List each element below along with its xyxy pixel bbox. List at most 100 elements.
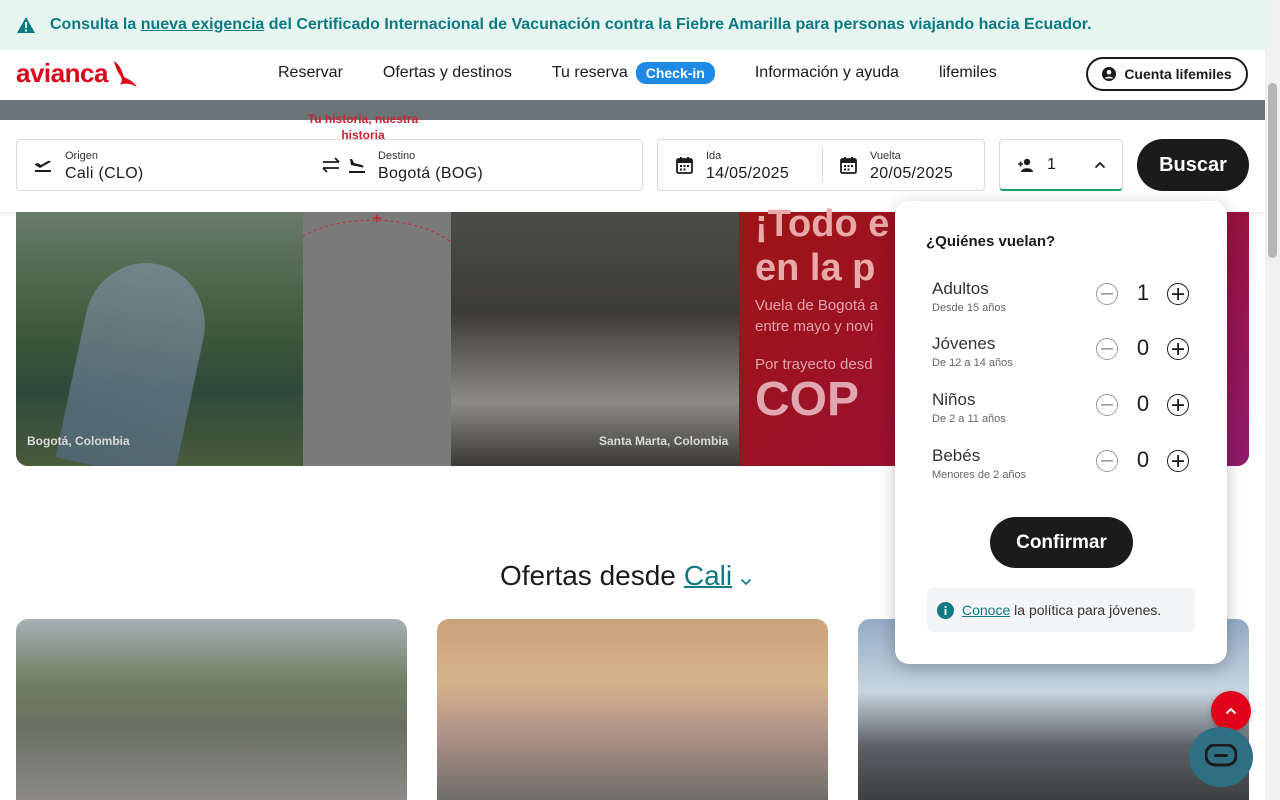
promo-price: COP (755, 373, 860, 426)
policy-link[interactable]: Conoce (962, 602, 1010, 618)
scroll-to-top-button[interactable] (1211, 691, 1251, 731)
checkin-badge[interactable]: Check-in (635, 62, 715, 84)
nav-lifemiles[interactable]: lifemiles (939, 64, 997, 82)
alert-text: Consulta la nueva exigencia del Certific… (50, 16, 1092, 34)
plus-icon (1172, 343, 1184, 355)
minus-icon (1101, 460, 1113, 462)
adults-label: Adultos (932, 279, 989, 298)
children-row: Niños De 2 a 11 años 0 (932, 390, 1202, 430)
promo-title-line-1: ¡Todo e (755, 203, 890, 245)
origin-label: Origen (65, 150, 99, 162)
youth-plus-button[interactable] (1167, 338, 1189, 360)
youth-row: Jóvenes De 12 a 14 años 0 (932, 334, 1202, 374)
add-person-icon (1018, 158, 1033, 172)
account-button-label: Cuenta lifemiles (1124, 66, 1232, 82)
search-button[interactable]: Buscar (1137, 139, 1249, 191)
scrollbar-thumb[interactable] (1268, 83, 1277, 258)
confirm-button[interactable]: Confirmar (990, 517, 1133, 568)
depart-date-field[interactable]: Ida 14/05/2025 (706, 140, 816, 190)
origin-field[interactable]: Origen Cali (CLO) (65, 140, 295, 190)
nav-informacion[interactable]: Información y ayuda (755, 64, 899, 82)
nav-reservar[interactable]: Reservar (278, 64, 343, 82)
promo-from-label: Por trayecto desd (755, 356, 873, 373)
bird-logo-icon (113, 60, 137, 87)
adults-count: 1 (1136, 280, 1150, 305)
promo-subtitle-line-1: Vuela de Bogotá a (755, 297, 878, 314)
site-header: avianca Reservar Ofertas y destinos Tu r… (0, 50, 1265, 100)
offer-card-bogota[interactable] (16, 619, 407, 800)
adults-plus-button[interactable] (1167, 283, 1189, 305)
hero-tagline: Tu historia, nuestra historia (307, 112, 419, 142)
infants-row: Bebés Menores de 2 años 0 (932, 446, 1202, 486)
depart-label: Ida (706, 150, 722, 162)
plus-icon (1172, 288, 1184, 300)
search-bar: Origen Cali (CLO) Destino Bogotá (BOG) I… (0, 120, 1265, 212)
alert-suffix: del Certificado Internacional de Vacunac… (268, 16, 1092, 33)
youth-minus-button[interactable] (1096, 338, 1118, 360)
dates-box: Ida 14/05/2025 Vuelta 20/05/2025 (657, 139, 985, 191)
alert-link[interactable]: nueva exigencia (141, 16, 265, 33)
offers-heading: Ofertas desde Cali (500, 560, 752, 592)
popup-title: ¿Quiénes vuelan? (926, 233, 1056, 250)
chevron-up-icon (1225, 707, 1237, 715)
offer-card-cartagena[interactable] (437, 619, 828, 800)
bogota-photo (16, 212, 303, 466)
landing-icon (349, 159, 365, 173)
offers-title: Ofertas desde (500, 560, 676, 591)
depart-value: 14/05/2025 (706, 165, 790, 182)
passenger-count: 1 (1047, 156, 1056, 173)
infants-count: 0 (1136, 447, 1150, 472)
page-scrollbar[interactable] (1265, 0, 1280, 800)
warning-icon (16, 15, 36, 35)
nav-tu-reserva[interactable]: Tu reserva (552, 64, 628, 82)
flight-path-decoration (303, 214, 451, 243)
passenger-selector[interactable]: 1 (999, 139, 1123, 191)
adults-desc: Desde 15 años (932, 302, 1006, 314)
destination-value: Bogotá (BOG) (378, 165, 483, 182)
swap-icon[interactable] (320, 156, 342, 174)
destination-label: Destino (378, 150, 416, 162)
chevron-down-icon[interactable] (740, 578, 752, 586)
youth-label: Jóvenes (932, 334, 996, 353)
minus-icon (1101, 404, 1113, 406)
chat-icon (1205, 744, 1237, 767)
minus-icon (1101, 293, 1113, 295)
children-desc: De 2 a 11 años (932, 413, 1006, 425)
main-nav: Reservar Ofertas y destinos Tu reserva C… (278, 62, 997, 84)
children-label: Niños (932, 390, 976, 409)
infants-plus-button[interactable] (1167, 450, 1189, 472)
offers-city-selector[interactable]: Cali (684, 560, 732, 592)
plus-icon (1172, 455, 1184, 467)
adults-row: Adultos Desde 15 años 1 (932, 279, 1202, 319)
return-label: Vuelta (870, 150, 901, 162)
promo-title-line-2: en la p (755, 247, 876, 289)
route-box: Origen Cali (CLO) Destino Bogotá (BOG) (16, 139, 643, 191)
children-minus-button[interactable] (1096, 394, 1118, 416)
date-divider (822, 148, 823, 182)
destination-field[interactable]: Destino Bogotá (BOG) (378, 140, 628, 190)
children-plus-button[interactable] (1167, 394, 1189, 416)
origin-value: Cali (CLO) (65, 165, 144, 182)
santa-marta-photo (451, 212, 739, 466)
return-date-field[interactable]: Vuelta 20/05/2025 (870, 140, 980, 190)
info-icon (937, 601, 954, 619)
adults-minus-button[interactable] (1096, 283, 1118, 305)
user-icon (1102, 67, 1117, 81)
minus-icon (1101, 348, 1113, 350)
youth-desc: De 12 a 14 años (932, 357, 1013, 369)
return-value: 20/05/2025 (870, 165, 954, 182)
promo-subtitle-line-2: entre mayo y novi (755, 318, 874, 335)
infants-minus-button[interactable] (1096, 450, 1118, 472)
chevron-up-icon (1094, 161, 1106, 169)
policy-text: la política para jóvenes. (1014, 602, 1162, 618)
chat-button[interactable] (1189, 727, 1253, 787)
nav-ofertas[interactable]: Ofertas y destinos (383, 64, 512, 82)
passenger-popup: ¿Quiénes vuelan? Adultos Desde 15 años 1… (895, 201, 1227, 664)
plus-icon (1172, 399, 1184, 411)
alert-prefix: Consulta la (50, 16, 137, 33)
children-count: 0 (1136, 391, 1150, 416)
youth-count: 0 (1136, 335, 1150, 360)
infants-label: Bebés (932, 446, 981, 465)
avianca-logo[interactable]: avianca (16, 58, 138, 89)
account-button[interactable]: Cuenta lifemiles (1086, 57, 1248, 91)
